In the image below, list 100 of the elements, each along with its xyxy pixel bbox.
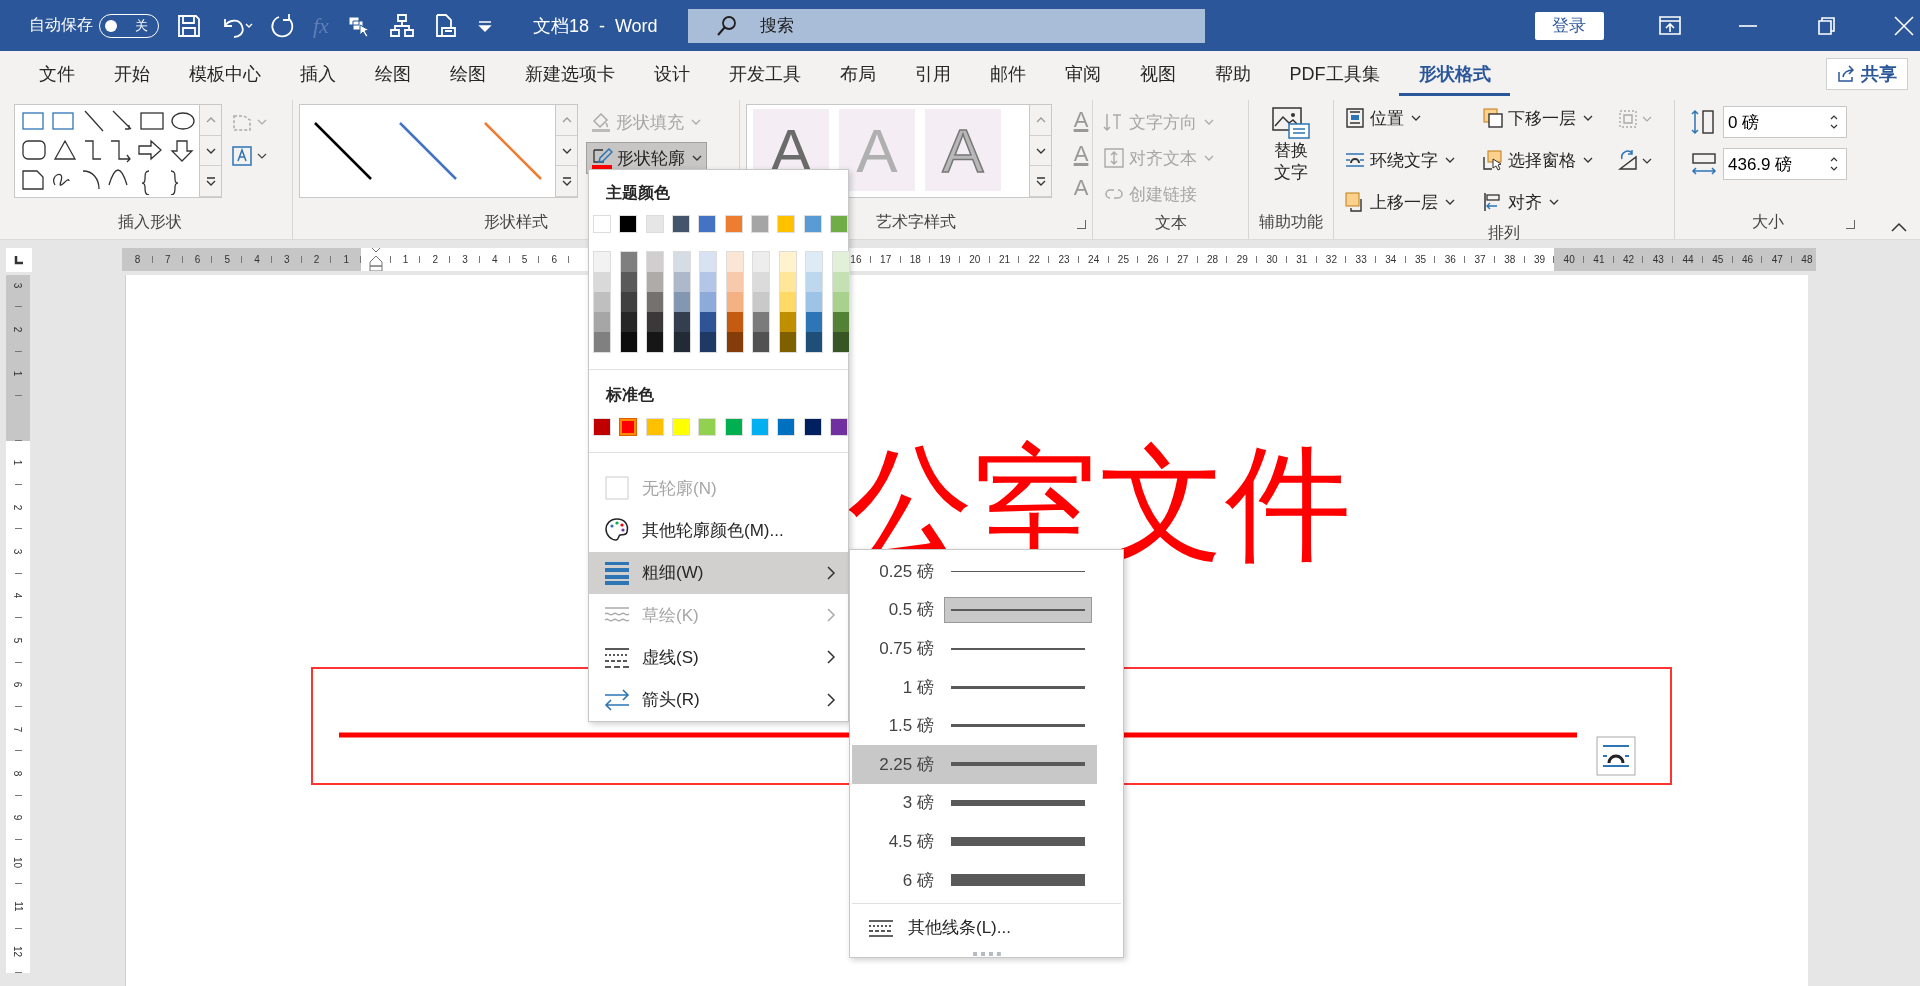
arrange-command-button[interactable]: 对齐: [1478, 186, 1609, 218]
line-weight-option[interactable]: 1.5 磅: [852, 706, 1097, 746]
color-swatch[interactable]: [700, 312, 716, 333]
ribbon-tab[interactable]: 视图: [1120, 51, 1195, 96]
color-swatch[interactable]: [832, 292, 849, 313]
ribbon-tab[interactable]: 审阅: [1045, 51, 1120, 96]
ribbon-tab[interactable]: 引用: [895, 51, 970, 96]
color-swatch[interactable]: [832, 272, 849, 293]
color-swatch[interactable]: [779, 272, 796, 293]
ribbon-display-icon[interactable]: [1657, 14, 1682, 37]
collapse-ribbon-icon[interactable]: [1890, 221, 1908, 233]
color-swatch[interactable]: [620, 272, 637, 293]
color-swatch[interactable]: [753, 312, 769, 333]
line-weight-option[interactable]: 0.75 磅: [852, 629, 1097, 668]
ribbon-tab[interactable]: 布局: [820, 51, 895, 96]
color-swatch[interactable]: [806, 272, 822, 293]
arrange-command-button[interactable]: 位置: [1340, 102, 1471, 134]
color-swatch[interactable]: [806, 312, 822, 333]
color-swatch[interactable]: [832, 252, 849, 273]
ribbon-tab[interactable]: 插入: [280, 51, 355, 96]
menu-item[interactable]: 粗细(W): [589, 551, 848, 594]
tab-stop-selector[interactable]: [6, 248, 32, 272]
redo-icon[interactable]: [270, 12, 296, 39]
color-swatch[interactable]: [594, 312, 610, 333]
alt-text-button[interactable]: 替换文字: [1260, 104, 1322, 209]
height-spin-field[interactable]: 0 磅: [1723, 106, 1847, 138]
menu-item[interactable]: 箭头(R): [589, 678, 848, 721]
color-swatch[interactable]: [594, 252, 610, 273]
color-swatch[interactable]: [594, 332, 610, 353]
arrange-command-button[interactable]: 选择窗格: [1478, 144, 1609, 176]
ribbon-tab[interactable]: 绘图: [430, 51, 505, 96]
color-swatch[interactable]: [779, 332, 796, 353]
color-swatch[interactable]: [647, 332, 663, 353]
arrange-command-button[interactable]: 环绕文字: [1340, 144, 1471, 176]
color-swatch[interactable]: [806, 292, 822, 313]
color-swatch[interactable]: [594, 292, 610, 313]
line-weight-option[interactable]: 0.25 磅: [852, 552, 1097, 591]
color-swatch[interactable]: [726, 272, 743, 293]
ribbon-tab[interactable]: 新建选项卡: [505, 51, 634, 96]
org-chart-icon[interactable]: [388, 12, 415, 39]
color-swatch[interactable]: [620, 312, 637, 333]
color-swatch[interactable]: [726, 252, 743, 273]
arrange-command-button[interactable]: 下移一层: [1478, 102, 1609, 134]
color-swatch[interactable]: [832, 312, 849, 333]
color-swatch[interactable]: [673, 332, 690, 353]
color-swatch[interactable]: [647, 252, 663, 273]
color-swatch[interactable]: [779, 252, 796, 273]
color-swatch[interactable]: [673, 272, 690, 293]
color-swatch[interactable]: [726, 312, 743, 333]
ribbon-tab[interactable]: 开发工具: [709, 51, 820, 96]
close-icon[interactable]: [1891, 14, 1916, 37]
share-button[interactable]: 共享: [1826, 57, 1908, 90]
ribbon-tab[interactable]: 设计: [634, 51, 709, 96]
color-swatch[interactable]: [806, 252, 822, 273]
color-swatch[interactable]: [806, 332, 822, 353]
color-swatch[interactable]: [753, 272, 769, 293]
color-swatch[interactable]: [619, 417, 638, 436]
color-swatch[interactable]: [647, 292, 663, 313]
line-weight-option[interactable]: 1 磅: [852, 667, 1097, 707]
color-swatch[interactable]: [647, 312, 663, 333]
line-weight-option[interactable]: 6 磅: [852, 860, 1097, 900]
line-weight-option[interactable]: 4.5 磅: [852, 822, 1097, 861]
color-swatch[interactable]: [673, 292, 690, 313]
ribbon-tab[interactable]: 绘图: [355, 51, 430, 96]
dialog-launcher-icon[interactable]: [1846, 220, 1855, 229]
color-swatch[interactable]: [700, 272, 716, 293]
color-swatch[interactable]: [753, 292, 769, 313]
color-swatch[interactable]: [647, 272, 663, 293]
search-field[interactable]: 搜索: [687, 8, 1205, 43]
menu-item[interactable]: 其他轮廓颜色(M)...: [589, 509, 848, 552]
color-swatch[interactable]: [726, 332, 743, 353]
ribbon-tab[interactable]: 模板中心: [169, 51, 280, 96]
color-swatch[interactable]: [594, 272, 610, 293]
line-weight-option[interactable]: 3 磅: [852, 783, 1097, 823]
menu-item[interactable]: 虚线(S): [589, 636, 848, 679]
resize-grip-icon[interactable]: [971, 951, 1002, 957]
ribbon-tab[interactable]: 开始: [94, 51, 169, 96]
color-swatch[interactable]: [620, 252, 637, 273]
color-swatch[interactable]: [620, 292, 637, 313]
color-swatch[interactable]: [726, 292, 743, 313]
color-swatch[interactable]: [620, 332, 637, 353]
color-swatch[interactable]: [779, 292, 796, 313]
color-swatch[interactable]: [779, 312, 796, 333]
line-weight-option[interactable]: 2.25 磅: [852, 745, 1097, 784]
color-swatch[interactable]: [700, 252, 716, 273]
ribbon-tab[interactable]: 邮件: [970, 51, 1045, 96]
menu-item[interactable]: 其他线条(L)...: [852, 908, 1112, 948]
ribbon-tab[interactable]: PDF工具集: [1270, 51, 1399, 96]
ribbon-tab[interactable]: 帮助: [1195, 51, 1270, 96]
dialog-launcher-icon[interactable]: [1077, 220, 1086, 229]
color-swatch[interactable]: [673, 312, 690, 333]
color-swatch[interactable]: [753, 252, 769, 273]
color-swatch[interactable]: [700, 332, 716, 353]
width-spin-field[interactable]: 436.9 磅: [1723, 148, 1847, 180]
layout-options-icon[interactable]: [1596, 736, 1636, 776]
ribbon-tab[interactable]: 文件: [19, 51, 94, 96]
save-icon[interactable]: [176, 12, 202, 39]
color-swatch[interactable]: [832, 332, 849, 353]
color-swatch[interactable]: [753, 332, 769, 353]
color-swatch[interactable]: [700, 292, 716, 313]
